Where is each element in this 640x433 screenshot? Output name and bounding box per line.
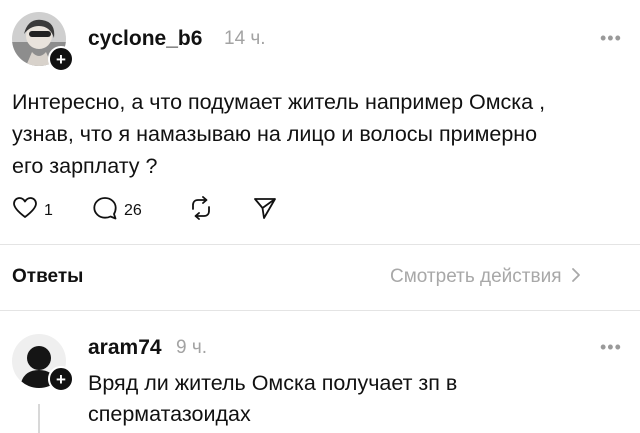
- reply-text-line: сперматазоидах: [88, 402, 251, 426]
- thread-connector-line: [38, 404, 40, 433]
- reply-text-line: Вряд ли житель Омска получает зп в: [88, 371, 458, 395]
- heart-icon: [12, 196, 38, 225]
- repost-icon: [188, 196, 214, 225]
- post-text-line: узнав, что я намазываю на лицо и волосы …: [12, 122, 538, 146]
- post-username[interactable]: cyclone_b6: [88, 27, 202, 51]
- follow-plus-icon[interactable]: +: [48, 46, 74, 72]
- reply-username[interactable]: aram74: [88, 336, 162, 360]
- more-dots-icon[interactable]: •••: [600, 337, 622, 358]
- section-divider: [0, 310, 640, 311]
- post-text: Интересно, а что подумает житель наприме…: [12, 86, 632, 182]
- more-dots-icon[interactable]: •••: [600, 28, 622, 49]
- post-text-line: Интересно, а что подумает житель наприме…: [12, 90, 546, 114]
- view-activity-label: Смотреть действия: [390, 266, 562, 287]
- replies-section-title: Ответы: [12, 266, 84, 287]
- comment-bubble-icon: [92, 196, 118, 225]
- section-divider: [0, 244, 640, 245]
- like-count: 1: [44, 201, 53, 219]
- reply-count: 26: [124, 201, 142, 219]
- chevron-right-icon: [571, 267, 581, 288]
- send-icon: [252, 196, 278, 225]
- reply-time: 9 ч.: [176, 337, 208, 358]
- reply-text: Вряд ли житель Омска получает зп в сперм…: [88, 368, 628, 430]
- view-activity-link[interactable]: Смотреть действия: [390, 266, 581, 288]
- repost-button[interactable]: [188, 196, 214, 225]
- follow-plus-icon[interactable]: +: [48, 366, 74, 392]
- post-time: 14 ч.: [224, 28, 266, 49]
- reply-button[interactable]: 26: [92, 196, 142, 225]
- post-text-line: его зарплату ?: [12, 154, 158, 178]
- share-button[interactable]: [252, 196, 278, 225]
- like-button[interactable]: 1: [12, 196, 53, 225]
